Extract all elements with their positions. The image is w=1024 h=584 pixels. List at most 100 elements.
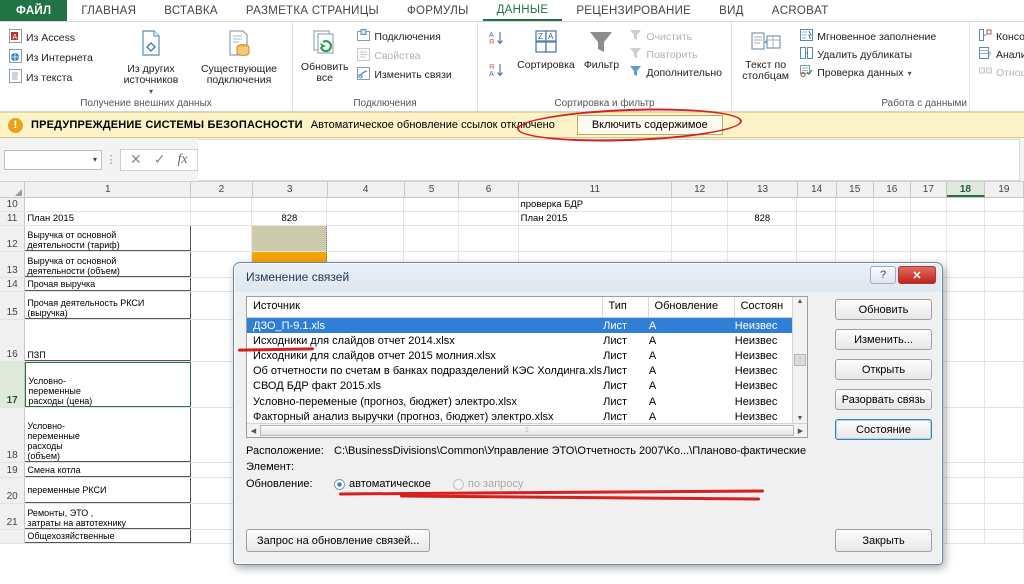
cell-11-12[interactable] — [519, 226, 672, 251]
table-row[interactable]: 11 План 2015 828 План 2015 828 — [0, 212, 1024, 226]
row-header-19[interactable]: 19 — [0, 463, 26, 477]
column-header-16[interactable]: 16 — [873, 182, 911, 197]
list-item[interactable]: Условно-переменые (прогноз, бюджет) элек… — [247, 394, 792, 409]
cell-16-12[interactable] — [874, 226, 911, 251]
scroll-down-icon[interactable]: ▼ — [797, 414, 804, 423]
cell-16-11[interactable] — [874, 212, 911, 225]
cell-6-10[interactable] — [459, 198, 519, 211]
column-header-17[interactable]: 17 — [910, 182, 947, 197]
check-status-button[interactable]: Состояние — [835, 419, 932, 440]
cell-18-14[interactable] — [947, 278, 985, 291]
select-all-corner[interactable] — [0, 182, 26, 197]
cell-11-10[interactable]: проверка БДР — [519, 198, 672, 211]
close-dialog-button[interactable]: Закрыть — [835, 529, 932, 552]
cell-18-13[interactable] — [947, 252, 985, 277]
cell-19-13[interactable] — [985, 252, 1024, 277]
update-values-button[interactable]: Обновить — [835, 299, 932, 320]
tab-home[interactable]: ГЛАВНАЯ — [67, 0, 150, 21]
cell-2-10[interactable] — [191, 198, 253, 211]
links-list[interactable]: Источник Тип Обновление Состоян ДЗО_П-9.… — [246, 296, 808, 438]
sort-ascending-button[interactable]: AЯ — [487, 29, 508, 51]
column-header-11[interactable]: 11 — [518, 182, 672, 197]
sort-dialog-button[interactable]: ZAAZ Сортировка — [513, 27, 578, 71]
cell-4-12[interactable] — [327, 226, 405, 251]
data-validation-button[interactable]: Проверка данных ▾ — [798, 64, 963, 82]
cell-16-10[interactable] — [874, 198, 911, 211]
cell-14-12[interactable] — [797, 226, 837, 251]
tab-data[interactable]: ДАННЫЕ — [482, 0, 563, 21]
cell-5-10[interactable] — [404, 198, 460, 211]
cell-1-13[interactable]: Выручка от основной деятельности (объем) — [25, 252, 191, 277]
cell-19-20[interactable] — [985, 478, 1024, 503]
cell-19-17[interactable] — [985, 362, 1024, 407]
cell-18-12[interactable] — [947, 226, 985, 251]
tab-formulas[interactable]: ФОРМУЛЫ — [393, 0, 483, 21]
cell-17-11[interactable] — [911, 212, 947, 225]
cell-13-12[interactable] — [728, 226, 798, 251]
cell-19-16[interactable] — [985, 320, 1024, 361]
cell-1-15[interactable]: Прочая деятельность РКСИ (выручка) — [25, 292, 191, 319]
list-item[interactable]: Исходники для слайдов отчет 2015 молния.… — [247, 348, 792, 363]
list-item[interactable]: ДЗО_П-9.1.xls Лист A Неизвес — [247, 318, 792, 334]
row-header-11[interactable]: 11 — [0, 212, 26, 225]
row-header-20[interactable]: 20 — [0, 478, 26, 503]
column-header-update[interactable]: Обновление — [649, 297, 735, 317]
column-header-status[interactable]: Состоян — [735, 297, 792, 317]
cell-13-10[interactable] — [728, 198, 798, 211]
cell-18-11[interactable] — [947, 212, 985, 225]
cell-14-10[interactable] — [797, 198, 837, 211]
cell-12-11[interactable] — [672, 212, 729, 225]
refresh-all-button[interactable]: Обновить все — [297, 27, 352, 84]
row-header-12[interactable]: 12 — [0, 226, 26, 251]
list-item[interactable]: Факторный анализ выручки (прогноз, бюдже… — [247, 409, 792, 423]
cell-15-10[interactable] — [836, 198, 874, 211]
cell-18-21[interactable] — [947, 504, 985, 529]
cell-1-19[interactable]: Смена котла — [25, 463, 191, 477]
radio-automatic[interactable]: автоматическое — [334, 478, 431, 490]
list-item[interactable]: Исходники для слайдов отчет 2014.xlsx Ли… — [247, 333, 792, 348]
cell-18-17[interactable] — [947, 362, 985, 407]
cell-18-20[interactable] — [947, 478, 985, 503]
cell-15-12[interactable] — [836, 226, 874, 251]
cell-1-18[interactable]: Условно- переменные расходы (объем) — [25, 408, 191, 462]
tab-insert[interactable]: ВСТАВКА — [150, 0, 232, 21]
formula-input[interactable] — [197, 138, 1020, 181]
cell-19-14[interactable] — [985, 278, 1024, 291]
cell-4-10[interactable] — [327, 198, 405, 211]
tab-acrobat[interactable]: ACROBAT — [758, 0, 843, 21]
table-row[interactable]: 10 проверка БДР — [0, 198, 1024, 212]
column-header-source[interactable]: Источник — [247, 297, 603, 317]
cell-12-10[interactable] — [672, 198, 729, 211]
cell-12-12[interactable] — [672, 226, 729, 251]
consolidate-button[interactable]: Консоли — [977, 28, 1024, 46]
enable-content-button[interactable]: Включить содержимое — [576, 115, 723, 135]
list-item[interactable]: Об отчетности по счетам в банках подразд… — [247, 364, 792, 379]
row-header-21[interactable]: 21 — [0, 504, 26, 529]
cell-18-18[interactable] — [947, 408, 985, 462]
from-other-sources-button[interactable]: Из других источников ▾ — [112, 27, 190, 97]
change-source-button[interactable]: Изменить... — [835, 329, 932, 350]
cell-6-12[interactable] — [459, 226, 519, 251]
vertical-scrollbar[interactable]: ▲ ⦙ ▼ — [792, 297, 807, 423]
column-header-5[interactable]: 5 — [404, 182, 460, 197]
startup-prompt-button[interactable]: Запрос на обновление связей... — [246, 529, 431, 552]
cell-17-12[interactable] — [911, 226, 947, 251]
name-box[interactable]: ▾ — [4, 149, 102, 170]
tab-file[interactable]: ФАЙЛ — [0, 0, 68, 21]
cell-18-partial[interactable] — [947, 530, 985, 543]
cell-19-partial[interactable] — [985, 530, 1024, 543]
cell-3-12[interactable] — [252, 226, 328, 251]
remove-duplicates-button[interactable]: Удалить дубликаты — [798, 46, 963, 64]
cell-3-11[interactable]: 828 — [252, 212, 328, 225]
column-header-4[interactable]: 4 — [327, 182, 405, 197]
cell-1-20[interactable]: переменные РКСИ — [25, 478, 191, 503]
cell-1-10[interactable] — [25, 198, 191, 211]
scroll-right-icon[interactable]: ▶ — [794, 427, 807, 435]
cell-18-19[interactable] — [947, 463, 985, 477]
cell-18-15[interactable] — [947, 292, 985, 319]
cell-1-11[interactable]: План 2015 — [25, 212, 191, 225]
insert-function-icon[interactable]: fx — [177, 152, 187, 168]
column-header-18[interactable]: 18 — [946, 182, 985, 197]
cell-19-10[interactable] — [985, 198, 1024, 211]
row-header-14[interactable]: 14 — [0, 278, 26, 291]
